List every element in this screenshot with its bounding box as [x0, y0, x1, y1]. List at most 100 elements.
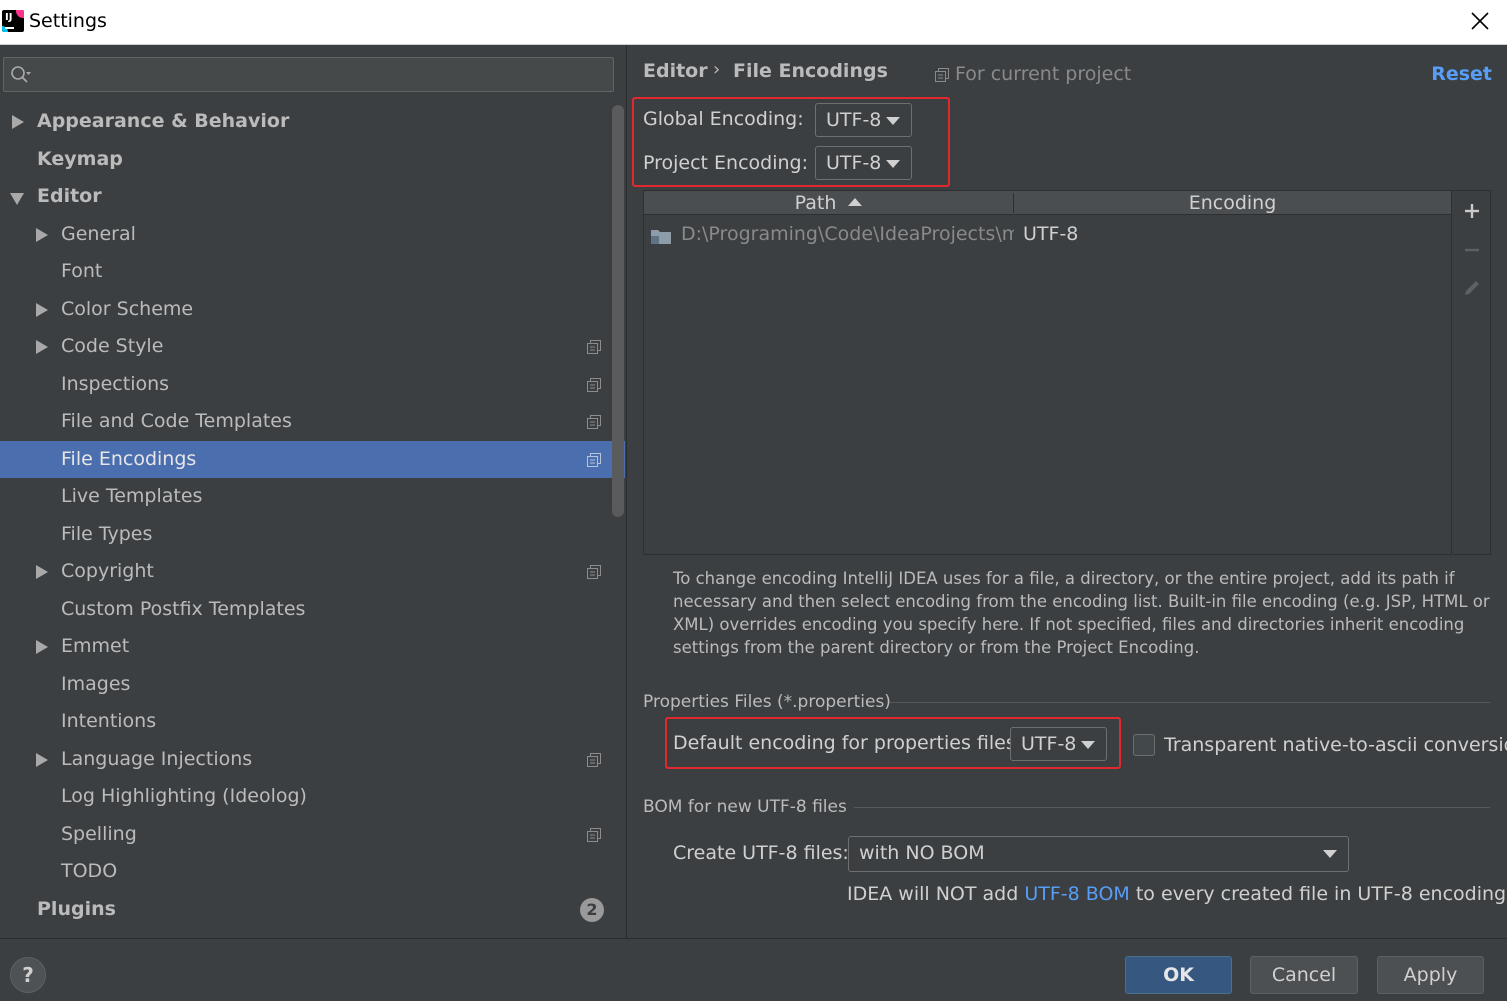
title-bar: IJ Settings [0, 0, 1507, 45]
properties-encoding-select[interactable]: UTF-8 [1010, 727, 1107, 761]
sidebar-item-label: Copyright [61, 560, 154, 582]
chevron-down-icon [1323, 850, 1337, 858]
properties-section-title: Properties Files (*.properties) [643, 692, 891, 712]
transparent-conversion-checkbox[interactable] [1133, 734, 1155, 756]
sidebar-item-file-encodings[interactable]: File Encodings [0, 441, 625, 478]
sidebar-item-custom-postfix-templates[interactable]: Custom Postfix Templates [0, 591, 625, 628]
expand-arrow-icon[interactable] [36, 340, 48, 354]
sidebar-item-label: Language Injections [61, 748, 253, 770]
sidebar-item-emmet[interactable]: Emmet [0, 628, 625, 665]
chevron-down-icon [886, 117, 900, 125]
sidebar-item-label: General [61, 223, 136, 245]
sidebar-item-label: Editor [37, 185, 102, 207]
ok-button[interactable]: OK [1125, 956, 1232, 994]
sidebar-item-keymap[interactable]: Keymap [0, 141, 625, 178]
file-encodings-panel: Editor › File Encodings For current proj… [628, 45, 1507, 938]
table-header: Path Encoding [644, 191, 1451, 215]
reset-link[interactable]: Reset [1431, 63, 1492, 85]
chevron-down-icon [886, 160, 900, 168]
cell-path: D:\Programing\Code\IdeaProjects\moc [681, 223, 1014, 245]
sidebar-item-label: Live Templates [61, 485, 203, 507]
apply-button[interactable]: Apply [1377, 956, 1484, 994]
global-encoding-label: Global Encoding: [643, 108, 804, 130]
bom-section-title: BOM for new UTF-8 files [643, 797, 847, 817]
expand-arrow-icon[interactable] [36, 228, 48, 242]
sidebar-item-label: Inspections [61, 373, 170, 395]
sidebar-item-label: Emmet [61, 635, 130, 657]
intellij-logo-icon: IJ [2, 10, 24, 32]
sidebar-item-images[interactable]: Images [0, 666, 625, 703]
search-input[interactable] [40, 62, 605, 88]
search-box[interactable] [3, 57, 614, 92]
expand-arrow-icon[interactable] [36, 640, 48, 654]
bom-note: IDEA will NOT add UTF-8 BOM to every cre… [847, 883, 1507, 905]
sidebar-item-code-style[interactable]: Code Style [0, 328, 625, 365]
sidebar-item-label: Log Highlighting (Ideolog) [61, 785, 307, 807]
sidebar-item-language-injections[interactable]: Language Injections [0, 741, 625, 778]
collapse-arrow-icon[interactable] [10, 193, 24, 205]
project-encoding-select[interactable]: UTF-8 [815, 146, 912, 180]
sidebar-item-appearance-behavior[interactable]: Appearance & Behavior [0, 103, 625, 140]
sidebar-item-copyright[interactable]: Copyright [0, 553, 625, 590]
column-header-encoding[interactable]: Encoding [1014, 192, 1451, 214]
sidebar-item-editor[interactable]: Editor [0, 178, 625, 215]
cancel-button[interactable]: Cancel [1250, 956, 1358, 994]
project-scope-icon [587, 453, 601, 467]
dialog-footer: ? OK Cancel Apply [0, 938, 1507, 1001]
project-scope-icon [587, 828, 601, 842]
sidebar-item-color-scheme[interactable]: Color Scheme [0, 291, 625, 328]
edit-pencil-icon[interactable] [1461, 277, 1483, 299]
sidebar-scrollbar[interactable] [612, 105, 624, 517]
help-button[interactable]: ? [10, 957, 46, 993]
transparent-conversion-label[interactable]: Transparent native-to-ascii conversion [1164, 734, 1507, 756]
encoding-help-text: To change encoding IntelliJ IDEA uses fo… [673, 569, 1490, 657]
utf8-bom-link[interactable]: UTF-8 BOM [1024, 883, 1129, 905]
project-scope-icon [587, 378, 601, 392]
project-scope-icon [587, 340, 601, 354]
section-divider [890, 702, 1490, 703]
table-row[interactable]: D:\Programing\Code\IdeaProjects\moc UTF-… [644, 221, 1451, 249]
sidebar-item-file-and-code-templates[interactable]: File and Code Templates [0, 403, 625, 440]
sidebar-item-label: File and Code Templates [61, 410, 292, 432]
project-scope-icon [935, 68, 949, 82]
sidebar-item-label: Plugins [37, 898, 116, 920]
column-header-path[interactable]: Path [644, 192, 1013, 214]
sidebar-item-label: Code Style [61, 335, 164, 357]
sidebar-item-intentions[interactable]: Intentions [0, 703, 625, 740]
project-scope-icon [587, 753, 601, 767]
default-properties-encoding-label: Default encoding for properties files: [673, 732, 1023, 754]
global-encoding-select[interactable]: UTF-8 [815, 103, 912, 137]
sidebar-item-live-templates[interactable]: Live Templates [0, 478, 625, 515]
expand-arrow-icon[interactable] [36, 565, 48, 579]
sidebar-item-todo[interactable]: TODO [0, 853, 625, 890]
expand-arrow-icon[interactable] [12, 115, 24, 129]
sidebar-item-general[interactable]: General [0, 216, 625, 253]
section-divider [854, 807, 1490, 808]
sidebar-item-spelling[interactable]: Spelling [0, 816, 625, 853]
sidebar-item-label: Intentions [61, 710, 157, 732]
page-title: File Encodings [733, 60, 888, 82]
table-toolbar [1453, 190, 1491, 555]
breadcrumb-editor[interactable]: Editor [643, 60, 708, 82]
project-encoding-label: Project Encoding: [643, 152, 809, 174]
remove-icon[interactable] [1461, 239, 1483, 261]
sidebar-item-file-types[interactable]: File Types [0, 516, 625, 553]
sidebar-item-plugins[interactable]: Plugins 2 [0, 891, 625, 928]
sidebar-item-label: Spelling [61, 823, 137, 845]
breadcrumb-separator: › [713, 59, 721, 80]
sidebar-item-log-highlighting[interactable]: Log Highlighting (Ideolog) [0, 778, 625, 815]
expand-arrow-icon[interactable] [36, 753, 48, 767]
sort-ascending-icon [848, 198, 863, 206]
sidebar-item-label: Color Scheme [61, 298, 194, 320]
add-icon[interactable] [1461, 200, 1483, 222]
expand-arrow-icon[interactable] [36, 303, 48, 317]
plugins-update-badge: 2 [580, 898, 604, 922]
close-icon[interactable] [1467, 8, 1493, 34]
bom-select[interactable]: with NO BOM [848, 836, 1349, 872]
cell-encoding[interactable]: UTF-8 [1023, 223, 1078, 245]
sidebar-item-inspections[interactable]: Inspections [0, 366, 625, 403]
sidebar-item-label: Images [61, 673, 131, 695]
window-title: Settings [29, 10, 107, 32]
sidebar-item-font[interactable]: Font [0, 253, 625, 290]
sidebar-item-label: Appearance & Behavior [37, 110, 290, 132]
